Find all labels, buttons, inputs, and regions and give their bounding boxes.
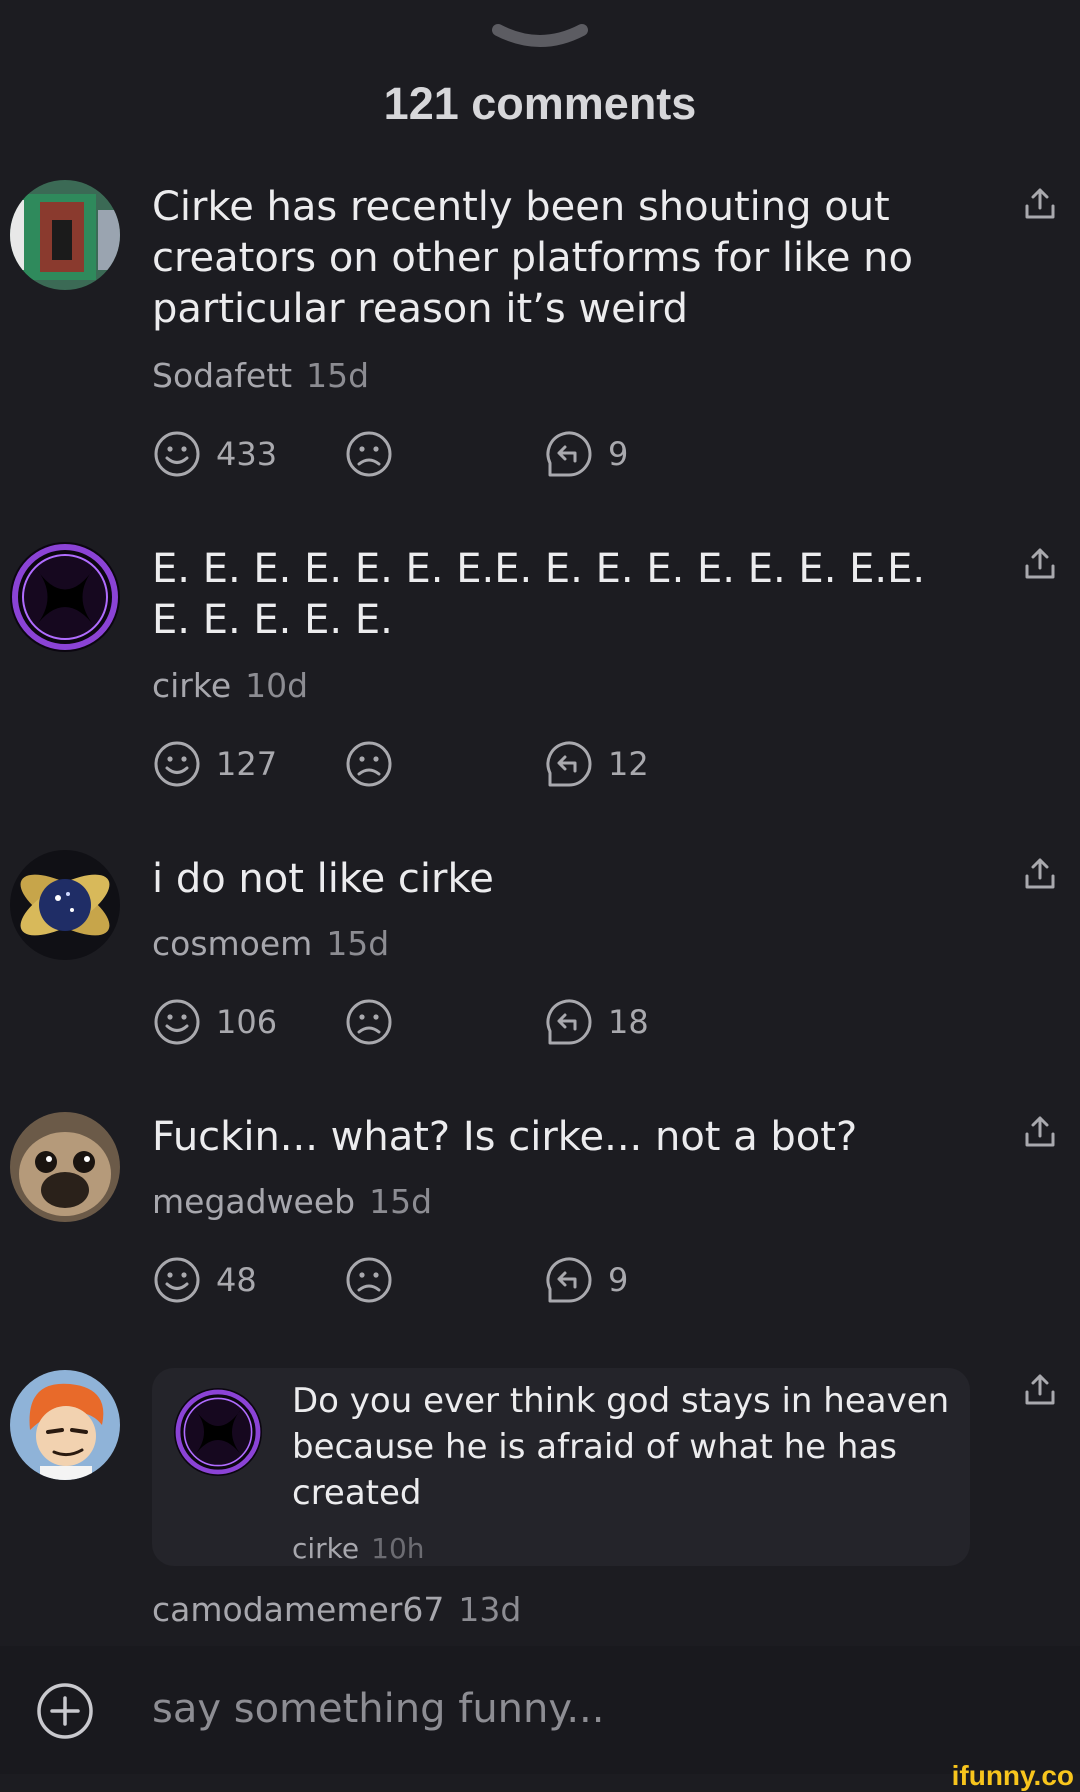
avatar[interactable]: [10, 1370, 120, 1480]
comment-actions: 106 18: [152, 996, 852, 1048]
avatar[interactable]: [10, 180, 120, 290]
quoted-avatar: [174, 1388, 262, 1476]
timestamp: 15d: [326, 924, 390, 963]
comment-meta: cirke 10d: [152, 666, 308, 705]
reply-count: 18: [608, 1003, 649, 1041]
comment-text: E. E. E. E. E. E. E.E. E. E. E. E. E. E.…: [152, 546, 926, 643]
quoted-meta: cirke 10h: [292, 1532, 425, 1565]
smile-icon: [154, 431, 200, 477]
reply-button[interactable]: 9: [544, 428, 628, 480]
comment-text: Cirke has recently been shouting out cre…: [152, 184, 913, 332]
username[interactable]: Sodafett: [152, 356, 292, 395]
share-icon[interactable]: [1022, 186, 1058, 222]
comment-actions: 433 9: [152, 428, 852, 480]
smile-count: 127: [216, 745, 278, 783]
smile-count: 106: [216, 1003, 278, 1041]
ifunny-watermark: ifunny.co: [951, 1760, 1074, 1791]
smile-button[interactable]: 433: [152, 428, 277, 480]
smile-count: 433: [216, 435, 278, 473]
timestamp: 13d: [458, 1590, 522, 1629]
smile-icon: [154, 1257, 200, 1303]
comment-composer: say something funny...: [0, 1646, 1080, 1774]
comment-actions: 48 9: [152, 1254, 852, 1306]
frown-icon: [346, 999, 392, 1045]
frown-icon: [346, 741, 392, 787]
comment-input[interactable]: say something funny...: [152, 1686, 604, 1732]
unsmile-button[interactable]: [344, 1254, 394, 1306]
unsmile-button[interactable]: [344, 738, 394, 790]
reply-count: 9: [608, 435, 629, 473]
plus-circle-icon[interactable]: [36, 1682, 94, 1740]
quoted-timestamp: 10h: [371, 1532, 425, 1565]
share-icon[interactable]: [1022, 546, 1058, 582]
timestamp: 15d: [369, 1182, 433, 1221]
reply-icon: [546, 999, 592, 1045]
smile-icon: [154, 741, 200, 787]
comment-meta: camodamemer67 13d: [152, 1590, 521, 1629]
frown-icon: [346, 1257, 392, 1303]
timestamp: 15d: [306, 356, 370, 395]
share-icon[interactable]: [1022, 1114, 1058, 1150]
reply-count: 9: [608, 1261, 629, 1299]
avatar[interactable]: [10, 1112, 120, 1222]
comments-count-title: 121 comments: [383, 78, 697, 129]
username[interactable]: megadweeb: [152, 1182, 355, 1221]
reply-icon: [546, 741, 592, 787]
username[interactable]: cirke: [152, 666, 231, 705]
comment-meta: cosmoem 15d: [152, 924, 389, 963]
share-icon[interactable]: [1022, 856, 1058, 892]
smile-button[interactable]: 127: [152, 738, 277, 790]
reply-icon: [546, 431, 592, 477]
comment-meta: megadweeb 15d: [152, 1182, 432, 1221]
smile-button[interactable]: 48: [152, 1254, 257, 1306]
reply-button[interactable]: 18: [544, 996, 649, 1048]
timestamp: 10d: [245, 666, 309, 705]
unsmile-button[interactable]: [344, 428, 394, 480]
chevron-down-icon[interactable]: [490, 18, 590, 58]
unsmile-button[interactable]: [344, 996, 394, 1048]
reply-icon: [546, 1257, 592, 1303]
username[interactable]: camodamemer67: [152, 1590, 444, 1629]
smile-icon: [154, 999, 200, 1045]
quoted-comment-image[interactable]: Do you ever think god stays in heaven be…: [152, 1368, 970, 1566]
reply-button[interactable]: 9: [544, 1254, 628, 1306]
comment-text: Fuckin... what? Is cirke... not a bot?: [152, 1114, 858, 1160]
quoted-username: cirke: [292, 1532, 360, 1565]
comment-meta: Sodafett 15d: [152, 356, 369, 395]
avatar[interactable]: [10, 850, 120, 960]
share-icon[interactable]: [1022, 1372, 1058, 1408]
username[interactable]: cosmoem: [152, 924, 312, 963]
reply-count: 12: [608, 745, 649, 783]
frown-icon: [346, 431, 392, 477]
reply-button[interactable]: 12: [544, 738, 649, 790]
comment-text: i do not like cirke: [152, 856, 494, 902]
smile-count: 48: [216, 1261, 257, 1299]
smile-button[interactable]: 106: [152, 996, 277, 1048]
quoted-text: Do you ever think god stays in heaven be…: [292, 1381, 950, 1513]
comment-actions: 127 12: [152, 738, 852, 790]
avatar[interactable]: [10, 542, 120, 652]
